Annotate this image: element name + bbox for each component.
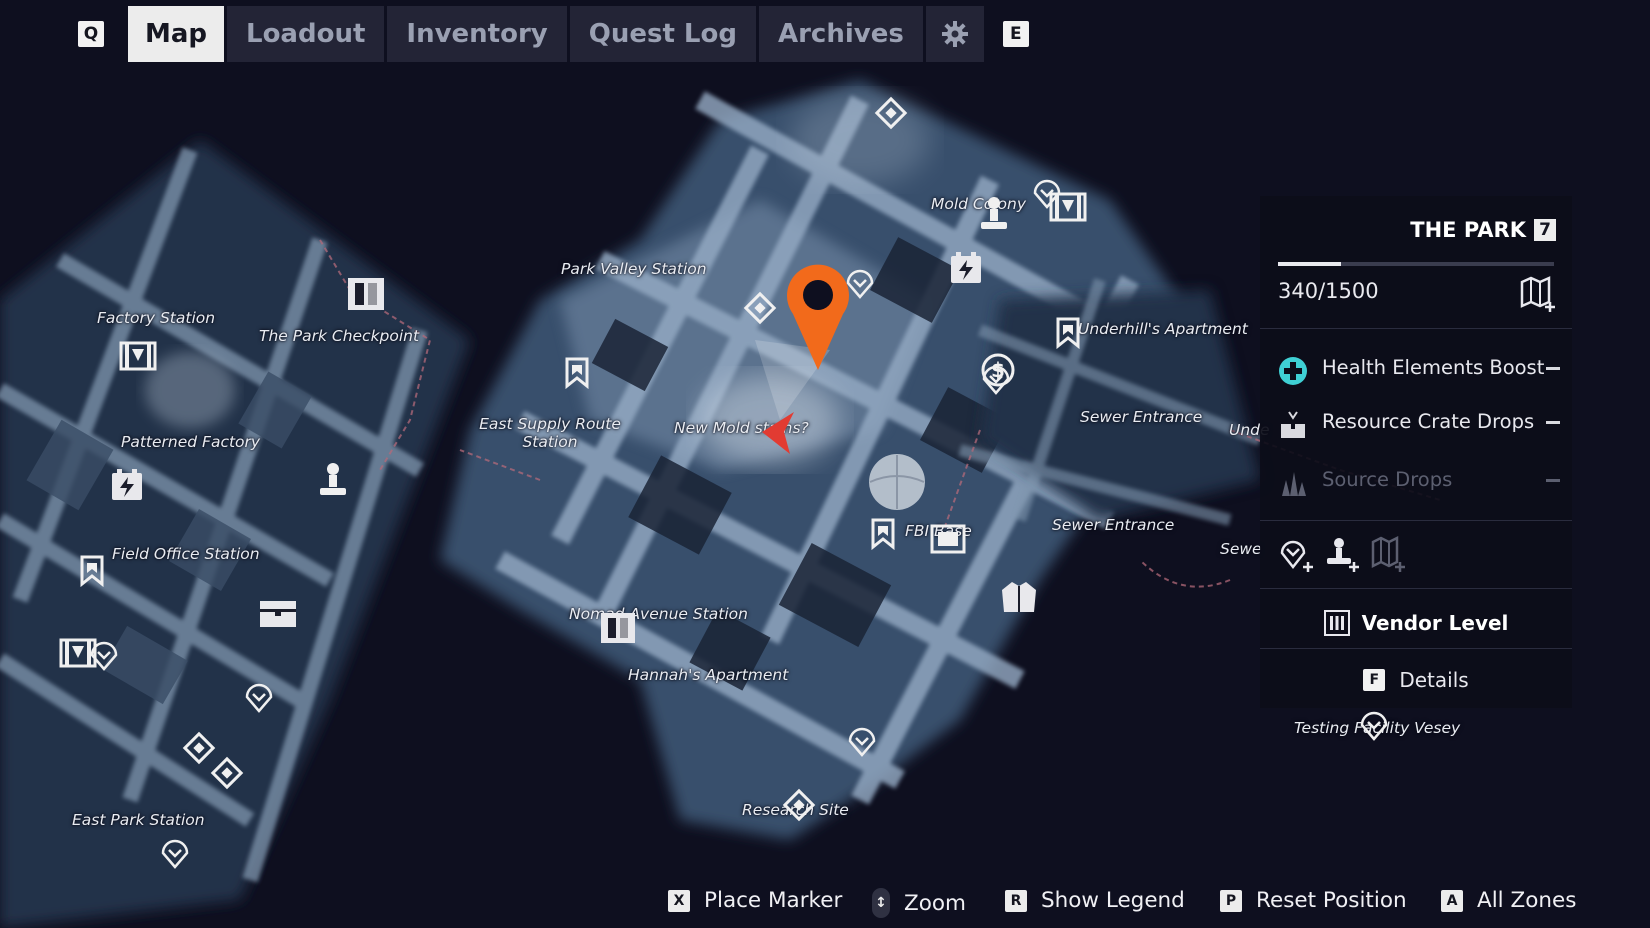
- reward-resource-crate-drops: Resource Crate Drops: [1278, 410, 1560, 440]
- map-label: Sewe: [1220, 540, 1262, 558]
- source-crystal-icon: [1282, 472, 1306, 496]
- zone-header: THE PARK 7: [1410, 218, 1556, 242]
- zone-progress-text: 340/1500: [1278, 279, 1379, 303]
- reward-source-drops: Source Drops: [1278, 468, 1560, 498]
- reward-label: Health Elements Boost: [1322, 356, 1545, 379]
- reward-health-elements-boost: Health Elements Boost: [1278, 356, 1560, 386]
- hint-label: Place Marker: [704, 888, 843, 913]
- chevron-pin-icon[interactable]: [159, 836, 191, 870]
- hint-label: Zoom: [904, 890, 966, 916]
- station-bookmark-icon[interactable]: [564, 357, 590, 389]
- zone-name: THE PARK: [1410, 218, 1526, 242]
- map-screen: Mold Colony Park Valley Station Factory …: [0, 0, 1650, 928]
- minus-icon: [1546, 421, 1560, 424]
- tab-inventory[interactable]: Inventory: [387, 6, 567, 62]
- add-chevron-pin-icon[interactable]: [1278, 536, 1314, 572]
- hint-key: P: [1220, 889, 1242, 912]
- tab-archives[interactable]: Archives: [758, 6, 923, 62]
- next-tab-key[interactable]: E: [1002, 21, 1029, 47]
- zone-progress-fill: [1278, 262, 1341, 266]
- gear-icon: [941, 21, 968, 47]
- vendor-level-label: Vendor Level: [1361, 611, 1509, 635]
- zone-level-badge: 7: [1534, 219, 1556, 241]
- chest-icon[interactable]: [259, 599, 297, 629]
- details-row[interactable]: F Details: [1260, 662, 1572, 698]
- tab-map[interactable]: Map: [128, 6, 224, 62]
- objective-diamond-icon[interactable]: [782, 788, 816, 822]
- player-position-icon: [762, 412, 794, 454]
- reward-label: Source Drops: [1322, 468, 1453, 491]
- minus-icon: [1546, 479, 1560, 482]
- tab-loadout[interactable]: Loadout: [227, 6, 385, 62]
- map-label: Patterned Factory: [121, 433, 261, 451]
- hint-label: Reset Position: [1256, 888, 1407, 913]
- tab-quest-log[interactable]: Quest Log: [569, 6, 756, 62]
- map-label: Park Valley Station: [561, 260, 707, 278]
- objective-diamond-icon[interactable]: [743, 291, 777, 325]
- objective-diamond-icon[interactable]: [874, 96, 908, 130]
- add-map-marker-icon[interactable]: [1370, 536, 1406, 572]
- details-label: Details: [1399, 668, 1469, 692]
- power-cell-icon[interactable]: [111, 469, 143, 501]
- zone-progress-bar: [1278, 262, 1554, 266]
- reward-label: Resource Crate Drops: [1322, 410, 1535, 433]
- hint-all-zones[interactable]: A All Zones: [1441, 888, 1576, 913]
- npc-person-icon[interactable]: [979, 196, 1009, 232]
- power-cell-icon[interactable]: [950, 252, 982, 284]
- marker-actions: [1278, 536, 1406, 572]
- door-icon[interactable]: [601, 613, 635, 643]
- vendor-box-icon[interactable]: [59, 637, 97, 669]
- hint-label: Show Legend: [1041, 888, 1185, 913]
- map-label: Hannah's Apartment: [628, 666, 789, 684]
- map-label: Underhill's Apartment: [1078, 320, 1248, 338]
- right-stick-icon: ↕: [872, 888, 890, 918]
- map-label: Field Office Station: [112, 545, 260, 563]
- map-label: East Supply Route Station: [479, 415, 621, 451]
- hint-label: All Zones: [1477, 888, 1577, 913]
- station-bookmark-icon[interactable]: [870, 518, 896, 550]
- hint-show-legend[interactable]: R Show Legend: [1005, 888, 1185, 913]
- minus-icon: [1546, 367, 1560, 370]
- station-bookmark-icon[interactable]: [1055, 317, 1081, 349]
- base-marker-icon[interactable]: [930, 524, 966, 554]
- zone-info-panel: THE PARK 7 340/1500 Health Elements Boos…: [1260, 196, 1572, 708]
- chevron-pin-icon[interactable]: [243, 680, 275, 714]
- hint-key: R: [1005, 889, 1027, 912]
- npc-person-icon[interactable]: [318, 462, 348, 498]
- health-plus-icon: [1279, 357, 1307, 385]
- hint-key: A: [1441, 889, 1463, 912]
- details-key: F: [1363, 669, 1386, 691]
- crate-icon: [1281, 411, 1305, 438]
- vendor-level-row[interactable]: Vendor Level: [1260, 604, 1572, 642]
- hint-place-marker[interactable]: X Place Marker: [668, 888, 842, 913]
- objective-diamond-icon[interactable]: [210, 756, 244, 790]
- chevron-pin-icon[interactable]: [846, 724, 878, 758]
- vendor-box-icon[interactable]: [119, 340, 157, 372]
- map-label: The Park Checkpoint: [259, 327, 420, 345]
- vendor-box-icon[interactable]: [1049, 191, 1087, 223]
- vendor-level-icon: [1323, 610, 1350, 636]
- map-label: Sewer Entrance: [1080, 408, 1203, 426]
- chevron-pin-icon[interactable]: [1358, 708, 1390, 742]
- clothing-vendor-icon[interactable]: [1000, 580, 1038, 614]
- add-npc-marker-icon[interactable]: [1324, 536, 1360, 572]
- map-add-icon[interactable]: [1519, 276, 1557, 312]
- map-label: Nomad Avenue Station: [569, 605, 748, 623]
- door-icon[interactable]: [348, 278, 384, 310]
- map-label: East Park Station: [72, 811, 205, 829]
- tab-settings[interactable]: [925, 6, 984, 62]
- svg-text:$: $: [991, 358, 1005, 382]
- map-label: Factory Station: [97, 309, 216, 327]
- hint-key: X: [668, 889, 690, 912]
- prev-tab-key[interactable]: Q: [78, 21, 104, 47]
- hint-reset-position[interactable]: P Reset Position: [1220, 888, 1407, 913]
- waypoint-marker-icon[interactable]: [785, 262, 851, 372]
- trader-coin-icon[interactable]: $: [980, 352, 1016, 388]
- hint-zoom[interactable]: ↕ Zoom: [872, 888, 966, 918]
- top-tab-bar: Q Map Loadout Inventory Quest Log Archiv…: [78, 6, 1029, 62]
- map-label: Sewer Entrance: [1052, 516, 1175, 534]
- station-bookmark-icon[interactable]: [79, 555, 105, 587]
